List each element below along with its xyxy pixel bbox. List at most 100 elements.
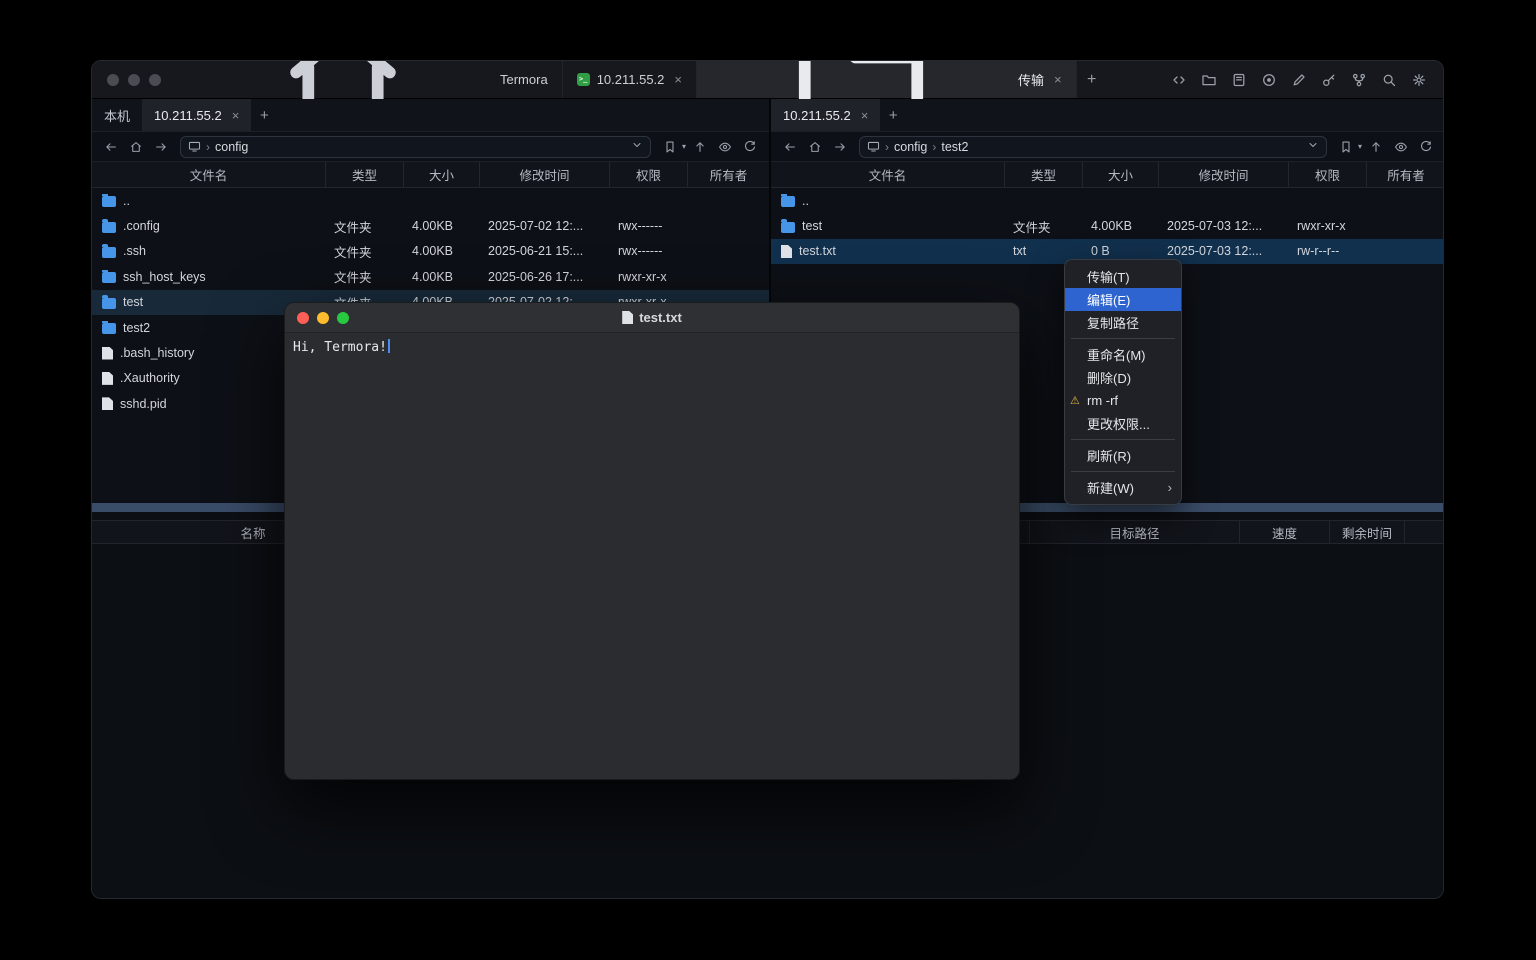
file-icon bbox=[102, 397, 113, 410]
folder-icon bbox=[781, 222, 795, 233]
refresh-icon[interactable] bbox=[1415, 136, 1437, 158]
cell-name: .config bbox=[92, 219, 326, 233]
tab-label: 10.211.55.2 bbox=[154, 108, 222, 123]
menu-item-change-permissions[interactable]: 更改权限... bbox=[1065, 412, 1181, 435]
branch-icon[interactable] bbox=[1346, 67, 1371, 92]
preview-eye-icon[interactable] bbox=[714, 136, 736, 158]
column-header-name[interactable]: 文件名 bbox=[92, 162, 326, 187]
tab-termora[interactable]: Termora bbox=[179, 61, 563, 98]
file-row[interactable]: ssh_host_keys 文件夹 4.00KB 2025-06-26 17:.… bbox=[92, 264, 769, 289]
new-tab-button[interactable]: + bbox=[1077, 61, 1107, 98]
new-pane-tab-button[interactable]: + bbox=[880, 99, 906, 131]
path-segment[interactable]: test2 bbox=[941, 140, 968, 154]
folder-icon bbox=[102, 222, 116, 233]
column-header-size[interactable]: 大小 bbox=[1083, 162, 1159, 187]
file-row[interactable]: .. bbox=[92, 188, 769, 213]
column-header-size[interactable]: 大小 bbox=[404, 162, 480, 187]
tab-remote[interactable]: 10.211.55.2 × bbox=[142, 99, 251, 131]
minimize-window-button[interactable] bbox=[128, 74, 140, 86]
file-row[interactable]: .. bbox=[771, 188, 1444, 213]
maximize-window-button[interactable] bbox=[149, 74, 161, 86]
up-directory-icon[interactable] bbox=[689, 136, 711, 158]
key-icon[interactable] bbox=[1316, 67, 1341, 92]
column-header-remaining-time[interactable]: 剩余时间 bbox=[1330, 521, 1405, 543]
column-header-type[interactable]: 类型 bbox=[1005, 162, 1083, 187]
column-header-type[interactable]: 类型 bbox=[326, 162, 404, 187]
menu-item-edit[interactable]: 编辑(E) bbox=[1065, 288, 1181, 311]
folder-icon bbox=[781, 196, 795, 207]
edit-icon[interactable] bbox=[1286, 67, 1311, 92]
search-icon[interactable] bbox=[1376, 67, 1401, 92]
close-tab-icon[interactable]: × bbox=[861, 108, 869, 123]
menu-item-transfer[interactable]: 传输(T) bbox=[1065, 265, 1181, 288]
editor-content[interactable]: Hi, Termora! bbox=[285, 333, 1019, 361]
editor-titlebar[interactable]: test.txt bbox=[285, 303, 1019, 333]
menu-separator bbox=[1071, 471, 1175, 472]
editor-title: test.txt bbox=[285, 310, 1019, 325]
maximize-window-button[interactable] bbox=[337, 312, 349, 324]
column-header-target-path[interactable]: 目标路径 bbox=[1030, 521, 1240, 543]
journal-icon[interactable] bbox=[1226, 67, 1251, 92]
cell-modified: 2025-07-02 12:... bbox=[480, 219, 610, 233]
column-header-speed[interactable]: 速度 bbox=[1240, 521, 1330, 543]
close-window-button[interactable] bbox=[107, 74, 119, 86]
tab-label: 10.211.55.2 bbox=[597, 72, 665, 87]
settings-icon[interactable] bbox=[1406, 67, 1431, 92]
context-menu: 传输(T) 编辑(E) 复制路径 重命名(M) 删除(D) ⚠ rm -rf 更… bbox=[1064, 259, 1182, 505]
column-header-owner[interactable]: 所有者 bbox=[1367, 162, 1444, 187]
file-row[interactable]: .ssh 文件夹 4.00KB 2025-06-21 15:... rwx---… bbox=[92, 239, 769, 264]
bookmark-icon bbox=[659, 136, 681, 158]
tab-host-terminal[interactable]: 10.211.55.2 × bbox=[563, 61, 697, 98]
column-header-name[interactable]: 文件名 bbox=[771, 162, 1005, 187]
column-header-permissions[interactable]: 权限 bbox=[1289, 162, 1367, 187]
window-controls bbox=[92, 61, 179, 98]
close-tab-icon[interactable]: × bbox=[232, 108, 240, 123]
column-header-owner[interactable]: 所有者 bbox=[688, 162, 769, 187]
column-header-modified[interactable]: 修改时间 bbox=[1159, 162, 1289, 187]
close-tab-icon[interactable]: × bbox=[1054, 72, 1062, 87]
column-header-modified[interactable]: 修改时间 bbox=[480, 162, 610, 187]
menu-item-rm-rf[interactable]: ⚠ rm -rf bbox=[1065, 389, 1181, 412]
back-icon[interactable] bbox=[100, 136, 122, 158]
minimize-window-button[interactable] bbox=[317, 312, 329, 324]
path-bar[interactable]: › config › test2 bbox=[859, 136, 1327, 158]
chevron-down-icon[interactable] bbox=[631, 138, 643, 156]
path-bar[interactable]: › config bbox=[180, 136, 651, 158]
menu-item-refresh[interactable]: 刷新(R) bbox=[1065, 444, 1181, 467]
back-icon[interactable] bbox=[779, 136, 801, 158]
chevron-down-icon[interactable] bbox=[1307, 138, 1319, 156]
cell-name: test.txt bbox=[771, 244, 1005, 258]
cell-permissions: rwxr-xr-x bbox=[610, 270, 688, 284]
folder-icon[interactable] bbox=[1196, 67, 1221, 92]
close-tab-icon[interactable]: × bbox=[674, 72, 682, 87]
forward-icon[interactable] bbox=[829, 136, 851, 158]
preview-eye-icon[interactable] bbox=[1390, 136, 1412, 158]
up-directory-icon[interactable] bbox=[1365, 136, 1387, 158]
path-segment[interactable]: config bbox=[215, 140, 248, 154]
file-row[interactable]: .config 文件夹 4.00KB 2025-07-02 12:... rwx… bbox=[92, 213, 769, 238]
file-row[interactable]: test 文件夹 4.00KB 2025-07-03 12:... rwxr-x… bbox=[771, 213, 1444, 238]
refresh-icon[interactable] bbox=[739, 136, 761, 158]
path-segment[interactable]: config bbox=[894, 140, 927, 154]
code-icon[interactable] bbox=[1166, 67, 1191, 92]
right-pane-tabbar: 10.211.55.2 × + bbox=[771, 99, 1444, 132]
menu-item-rename[interactable]: 重命名(M) bbox=[1065, 343, 1181, 366]
record-icon[interactable] bbox=[1256, 67, 1281, 92]
menu-item-new[interactable]: 新建(W) › bbox=[1065, 476, 1181, 499]
new-pane-tab-button[interactable]: + bbox=[251, 99, 277, 131]
bookmark-button[interactable]: ▾ bbox=[1335, 136, 1362, 158]
bookmark-button[interactable]: ▾ bbox=[659, 136, 686, 158]
path-separator-icon: › bbox=[930, 140, 938, 154]
left-table-header: 文件名 类型 大小 修改时间 权限 所有者 bbox=[92, 161, 769, 188]
column-header-permissions[interactable]: 权限 bbox=[610, 162, 688, 187]
menu-item-copy-path[interactable]: 复制路径 bbox=[1065, 311, 1181, 334]
folder-icon bbox=[102, 323, 116, 334]
home-icon[interactable] bbox=[804, 136, 826, 158]
menu-item-delete[interactable]: 删除(D) bbox=[1065, 366, 1181, 389]
close-window-button[interactable] bbox=[297, 312, 309, 324]
forward-icon[interactable] bbox=[150, 136, 172, 158]
home-icon[interactable] bbox=[125, 136, 147, 158]
tab-transfer[interactable]: 传输 × bbox=[697, 61, 1077, 98]
tab-remote[interactable]: 10.211.55.2 × bbox=[771, 99, 880, 131]
tab-local[interactable]: 本机 bbox=[92, 99, 142, 131]
